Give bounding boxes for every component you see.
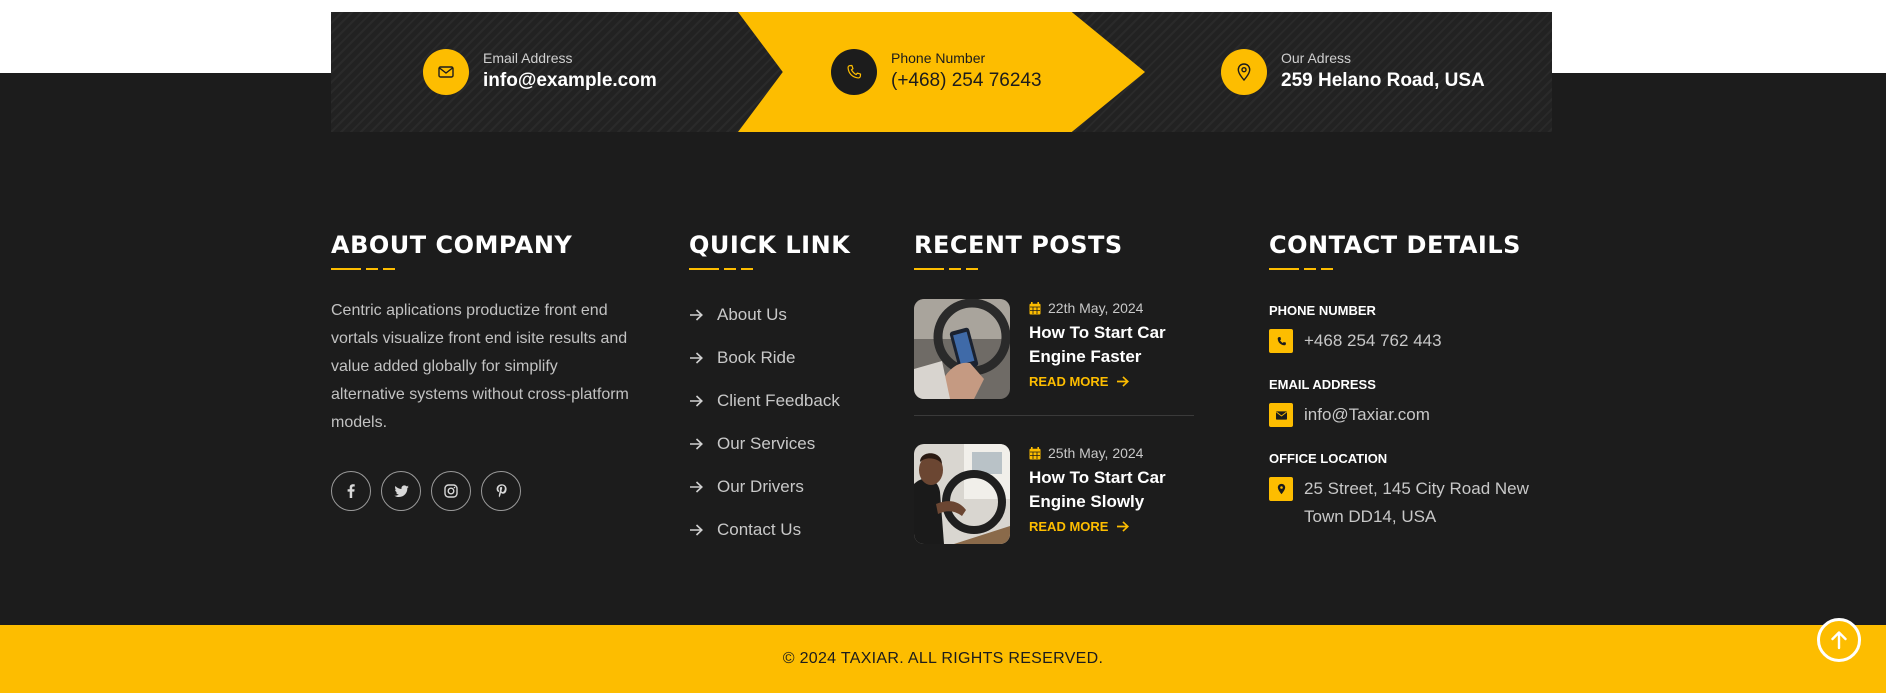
strip-address: Our Adress 259 Helano Road, USA [1221, 12, 1485, 132]
read-more-label: READ MORE [1029, 374, 1109, 389]
title-underline [331, 268, 631, 271]
quick-link-label: About Us [717, 304, 787, 324]
social-links [331, 471, 631, 511]
phone-icon [831, 49, 877, 95]
contact-phone-value[interactable]: +468 254 762 443 [1304, 327, 1534, 355]
post-title[interactable]: How To Start Car Engine Slowly [1029, 466, 1179, 514]
about-company-column: ABOUT COMPANY Centric aplications produc… [331, 230, 631, 511]
contact-email: EMAIL ADDRESS info@Taxiar.com [1269, 377, 1534, 429]
recent-posts-title: RECENT POSTS [914, 231, 1123, 259]
quick-link-label: Our Drivers [717, 476, 804, 496]
strip-email: Email Address info@example.com [423, 12, 657, 132]
contact-details-column: CONTACT DETAILS PHONE NUMBER +468 254 76… [1269, 230, 1534, 531]
post-date: 25th May, 2024 [1029, 444, 1179, 462]
location-pin-icon [1221, 49, 1267, 95]
quick-link-title: QUICK LINK [689, 231, 851, 259]
quick-link-about-us[interactable]: About Us [689, 293, 850, 336]
location-pin-icon [1269, 477, 1293, 501]
quick-link-label: Book Ride [717, 347, 796, 367]
quick-link-our-services[interactable]: Our Services [689, 422, 850, 465]
contact-email-value[interactable]: info@Taxiar.com [1304, 401, 1534, 429]
arrow-right-icon [690, 308, 703, 321]
instagram-icon[interactable] [431, 471, 471, 511]
arrow-right-icon [1117, 521, 1130, 532]
read-more-link[interactable]: READ MORE [1029, 519, 1179, 534]
envelope-icon [1269, 403, 1293, 427]
arrow-right-icon [690, 394, 703, 407]
contact-office: OFFICE LOCATION 25 Street, 145 City Road… [1269, 451, 1534, 531]
calendar-icon [1029, 446, 1041, 459]
post-title[interactable]: How To Start Car Engine Faster [1029, 321, 1179, 369]
twitter-icon[interactable] [381, 471, 421, 511]
post-date-text: 22th May, 2024 [1048, 300, 1144, 316]
post-date: 22th May, 2024 [1029, 299, 1179, 317]
post-date-text: 25th May, 2024 [1048, 445, 1144, 461]
arrow-right-icon [690, 480, 703, 493]
envelope-icon [423, 49, 469, 95]
copyright-bar: © 2024 TAXIAR. ALL RIGHTS RESERVED. [0, 625, 1886, 693]
post-thumbnail-image[interactable] [914, 444, 1010, 544]
about-company-text: Centric aplications productize front end… [331, 302, 629, 431]
quick-link-label: Our Services [717, 433, 816, 453]
title-underline [689, 268, 850, 271]
scroll-to-top-button[interactable] [1817, 618, 1861, 662]
quick-link-book-ride[interactable]: Book Ride [689, 336, 850, 379]
quick-link-label: Client Feedback [717, 390, 840, 410]
contact-phone: PHONE NUMBER +468 254 762 443 [1269, 303, 1534, 355]
strip-address-value: 259 Helano Road, USA [1281, 70, 1485, 91]
quick-link-contact-us[interactable]: Contact Us [689, 508, 850, 551]
strip-phone-value[interactable]: (+468) 254 76243 [891, 67, 1042, 95]
post-divider [914, 415, 1194, 416]
strip-address-label: Our Adress [1281, 50, 1352, 66]
strip-phone-label: Phone Number [891, 50, 986, 66]
copyright-text: © 2024 TAXIAR. ALL RIGHTS RESERVED. [782, 650, 1104, 667]
facebook-icon[interactable] [331, 471, 371, 511]
contact-email-label: EMAIL ADDRESS [1269, 377, 1376, 392]
read-more-label: READ MORE [1029, 519, 1109, 534]
strip-phone: Phone Number (+468) 254 76243 [831, 12, 1042, 132]
post-thumbnail-image[interactable] [914, 299, 1010, 399]
read-more-link[interactable]: READ MORE [1029, 374, 1179, 389]
contact-office-label: OFFICE LOCATION [1269, 451, 1388, 466]
quick-link-list: About Us Book Ride Client Feedback Our S… [689, 293, 850, 551]
contact-phone-label: PHONE NUMBER [1269, 303, 1376, 318]
phone-icon [1269, 329, 1293, 353]
arrow-right-icon [690, 523, 703, 536]
strip-email-label: Email Address [483, 50, 573, 66]
arrow-up-icon [1831, 631, 1847, 650]
quick-link-label: Contact Us [717, 519, 802, 539]
arrow-right-icon [690, 437, 703, 450]
calendar-icon [1029, 301, 1041, 314]
recent-post: 22th May, 2024 How To Start Car Engine F… [914, 299, 1194, 399]
contact-info-strip: Email Address info@example.com Phone Num… [331, 12, 1552, 132]
recent-posts-column: RECENT POSTS 22th May, 2024 How To Start… [914, 230, 1194, 544]
recent-post: 25th May, 2024 How To Start Car Engine S… [914, 444, 1194, 544]
arrow-right-icon [690, 351, 703, 364]
contact-details-title: CONTACT DETAILS [1269, 231, 1521, 259]
about-company-title: ABOUT COMPANY [331, 231, 573, 259]
quick-link-client-feedback[interactable]: Client Feedback [689, 379, 850, 422]
title-underline [1269, 268, 1534, 271]
quick-link-column: QUICK LINK About Us Book Ride Client Fee… [689, 230, 850, 551]
title-underline [914, 268, 1194, 271]
contact-office-value: 25 Street, 145 City Road New Town DD14, … [1304, 479, 1529, 526]
arrow-right-icon [1117, 376, 1130, 387]
strip-email-value[interactable]: info@example.com [483, 67, 657, 95]
quick-link-our-drivers[interactable]: Our Drivers [689, 465, 850, 508]
pinterest-icon[interactable] [481, 471, 521, 511]
